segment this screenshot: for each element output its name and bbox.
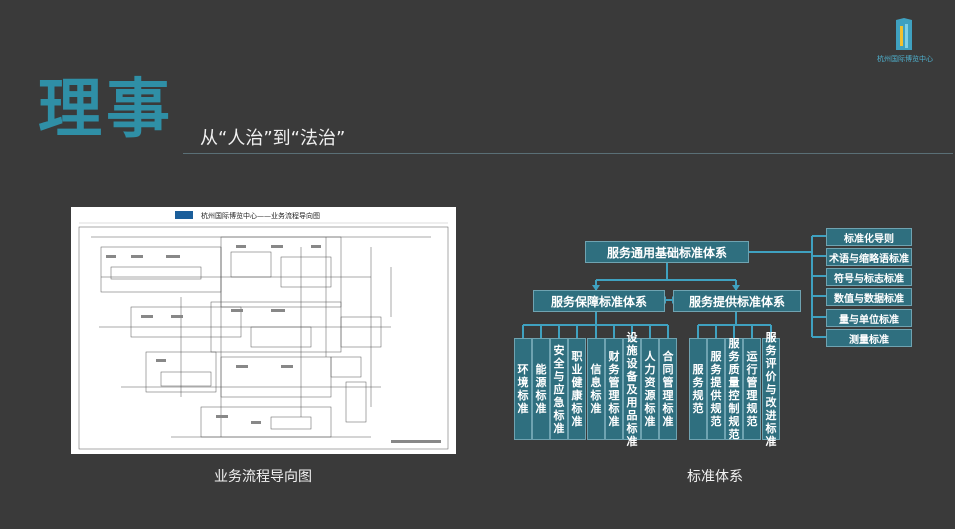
basic-item-2: 符号与标志标准 bbox=[826, 268, 912, 286]
branch-right-box: 服务提供标准体系 bbox=[673, 290, 801, 312]
basic-item-3: 数值与数据标准 bbox=[826, 288, 912, 306]
leaf-right-2: 服务质量控制规范 bbox=[725, 337, 743, 441]
leaf-left-2: 安全与应急标准 bbox=[550, 338, 568, 440]
leaf-right-3: 运行管理规范 bbox=[743, 338, 761, 440]
leaf-left-1: 能源标准 bbox=[532, 338, 550, 440]
leaf-left-3: 职业健康标准 bbox=[568, 338, 586, 440]
leaf-left-4: 信息标准 bbox=[587, 338, 605, 440]
root-standard-box: 服务通用基础标准体系 bbox=[585, 241, 749, 263]
connector-lines bbox=[522, 235, 826, 338]
branch-left-box: 服务保障标准体系 bbox=[533, 290, 665, 312]
standards-caption: 标准体系 bbox=[687, 469, 743, 485]
leaf-left-8: 合同管理标准 bbox=[659, 338, 677, 440]
basic-item-4: 量与单位标准 bbox=[826, 309, 912, 327]
basic-item-0: 标准化导则 bbox=[826, 228, 912, 246]
leaf-right-4: 服务评价与改进标准 bbox=[762, 331, 780, 448]
leaf-right-0: 服务规范 bbox=[689, 338, 707, 440]
leaf-left-7: 人力资源标准 bbox=[641, 338, 659, 440]
leaf-right-1: 服务提供规范 bbox=[707, 338, 725, 440]
leaf-left-6: 设施设备及用品标准 bbox=[623, 331, 641, 448]
leaf-left-5: 财务管理标准 bbox=[605, 338, 623, 440]
leaf-left-0: 环境标准 bbox=[514, 338, 532, 440]
basic-item-1: 术语与缩略语标准 bbox=[826, 248, 912, 266]
basic-item-5: 测量标准 bbox=[826, 329, 912, 347]
